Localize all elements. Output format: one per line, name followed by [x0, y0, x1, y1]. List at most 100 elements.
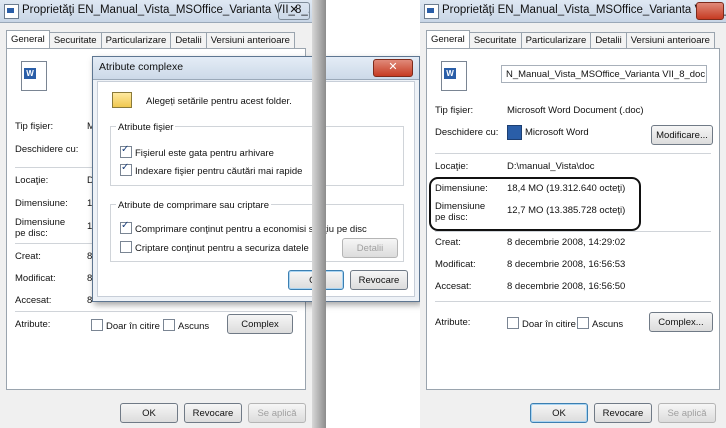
dialog-cancel-button[interactable]: Revocare [350, 270, 408, 290]
modified-value: 8 decembrie 2008, 16:56:53 [507, 259, 626, 270]
right-properties-window: Proprietăţi EN_Manual_Vista_MSOffice_Var… [420, 0, 726, 428]
hidden-box[interactable] [163, 319, 175, 331]
archive-label: Fişierul este gata pentru arhivare [135, 148, 274, 159]
readonly-checkbox[interactable]: Doar în citire [507, 317, 576, 330]
compress-label: Comprimare conţinut pentru a economisi s… [135, 224, 367, 235]
index-checkbox[interactable]: Indexare fişier pentru căutări mai rapid… [120, 162, 303, 177]
separator [435, 231, 711, 232]
file-type-icon: W [21, 61, 47, 91]
location-value: D:\manual_Vista\doc [507, 161, 595, 172]
size-on-disk-label: Dimensiune pe disc: [435, 201, 486, 223]
location-label: Locaţie: [435, 161, 469, 172]
dialog-close-button[interactable]: ✕ [373, 59, 413, 77]
complex-button[interactable]: Complex [227, 314, 293, 334]
right-title-bar: Proprietăţi EN_Manual_Vista_MSOffice_Var… [420, 0, 726, 23]
tab-general[interactable]: General [6, 30, 50, 49]
file-type-icon: W [441, 61, 467, 91]
opens-with-icon-wrap [507, 125, 522, 140]
size-on-disk-value: 12,7 MO (13.385.728 octeţi) [507, 205, 626, 216]
right-tab-strip: General Securitate Particularizare Detalii V… [426, 30, 715, 49]
size-on-disk-label: Dimensiune pe disc: [15, 217, 66, 239]
separator [435, 301, 711, 302]
separator [15, 311, 297, 312]
change-button[interactable]: Modificare... [651, 125, 713, 145]
cancel-button[interactable]: Revocare [184, 403, 242, 423]
readonly-label: Doar în citire [106, 321, 160, 332]
close-button[interactable] [696, 2, 724, 20]
readonly-box[interactable] [91, 319, 103, 331]
hidden-label: Ascuns [178, 321, 210, 332]
tab-details[interactable]: Detalii [170, 32, 207, 49]
size-value: 18,4 MO (19.312.640 octeţi) [507, 183, 626, 194]
background-strip [312, 0, 326, 428]
opens-with-label: Deschidere cu: [435, 127, 499, 138]
left-tab-strip: General Securitate Particularizare Detalii V… [6, 30, 295, 49]
location-label: Locaţie: [15, 175, 49, 186]
attributes-label: Atribute: [435, 317, 471, 328]
opens-with-value: Microsoft Word [525, 127, 589, 138]
word-document-icon [424, 4, 439, 19]
type-value: Microsoft Word Document (.doc) [507, 105, 644, 116]
tab-previous-versions[interactable]: Versiuni anterioare [205, 32, 295, 49]
encrypt-checkbox[interactable]: Criptare conţinut pentru a securiza date… [120, 241, 309, 254]
ok-button[interactable]: OK [120, 403, 178, 423]
filename-field[interactable]: N_Manual_Vista_MSOffice_Varianta VII_8_d… [501, 65, 707, 83]
word-document-icon [4, 4, 19, 19]
dialog-body: Alegeți setările pentru acest folder. At… [97, 81, 415, 297]
compress-box[interactable] [120, 220, 132, 234]
index-label: Indexare fişier pentru căutări mai rapid… [135, 166, 303, 177]
type-label: Tip fişier: [15, 121, 54, 132]
archive-box[interactable] [120, 144, 132, 158]
encrypt-box[interactable] [120, 241, 132, 253]
archive-checkbox[interactable]: Fişierul este gata pentru arhivare [120, 144, 274, 159]
close-icon: ✕ [289, 4, 299, 16]
tab-customize[interactable]: Particularizare [100, 32, 172, 49]
opens-with-label: Deschidere cu: [15, 144, 79, 155]
separator [435, 153, 711, 154]
apply-button[interactable]: Se aplică [248, 403, 306, 423]
cancel-button[interactable]: Revocare [594, 403, 652, 423]
tab-security[interactable]: Securitate [468, 32, 522, 49]
apply-button[interactable]: Se aplică [658, 403, 716, 423]
close-button[interactable]: ✕ [278, 2, 310, 20]
right-general-panel: W N_Manual_Vista_MSOffice_Varianta VII_8… [426, 48, 720, 390]
tab-details[interactable]: Detalii [590, 32, 627, 49]
complex-button[interactable]: Complex... [649, 312, 713, 332]
hidden-box[interactable] [577, 317, 589, 329]
index-box[interactable] [120, 162, 132, 176]
close-icon: ✕ [388, 61, 398, 73]
hidden-label: Ascuns [592, 319, 624, 330]
attributes-label: Atribute: [15, 319, 51, 330]
readonly-checkbox[interactable]: Doar în citire [91, 319, 160, 332]
file-attributes-title: Atribute fişier [116, 122, 176, 133]
encrypt-label: Criptare conţinut pentru a securiza date… [135, 243, 309, 254]
readonly-label: Doar în citire [522, 319, 576, 330]
dialog-title-bar: Atribute complexe ✕ [93, 57, 419, 80]
tab-customize[interactable]: Particularizare [520, 32, 592, 49]
created-label: Creat: [15, 251, 41, 262]
right-window-title: Proprietăţi EN_Manual_Vista_MSOffice_Var… [442, 4, 726, 16]
details-button[interactable]: Detalii [342, 238, 398, 258]
ok-button[interactable]: OK [530, 403, 588, 423]
compress-encrypt-title: Atribute de comprimare sau criptare [116, 200, 272, 211]
size-label: Dimensiune: [15, 198, 68, 209]
created-label: Creat: [435, 237, 461, 248]
dialog-header-text: Alegeți setările pentru acest folder. [146, 96, 292, 107]
folder-settings-icon [112, 92, 132, 108]
tab-security[interactable]: Securitate [48, 32, 102, 49]
modified-label: Modificat: [435, 259, 476, 270]
tab-previous-versions[interactable]: Versiuni anterioare [625, 32, 715, 49]
hidden-checkbox[interactable]: Ascuns [163, 319, 209, 332]
compress-checkbox[interactable]: Comprimare conţinut pentru a economisi s… [120, 220, 367, 235]
tab-general[interactable]: General [426, 30, 470, 49]
hidden-checkbox[interactable]: Ascuns [577, 317, 623, 330]
created-value: 8 decembrie 2008, 14:29:02 [507, 237, 626, 248]
size-label: Dimensiune: [435, 183, 488, 194]
accessed-label: Accesat: [15, 295, 52, 306]
advanced-attributes-dialog: Atribute complexe ✕ Alegeți setările pen… [92, 56, 420, 302]
left-window-title: Proprietăţi EN_Manual_Vista_MSOffice_Var… [22, 4, 318, 16]
dialog-title: Atribute complexe [99, 61, 184, 73]
accessed-value: 8 decembrie 2008, 16:56:50 [507, 281, 626, 292]
type-label: Tip fişier: [435, 105, 474, 116]
readonly-box[interactable] [507, 317, 519, 329]
